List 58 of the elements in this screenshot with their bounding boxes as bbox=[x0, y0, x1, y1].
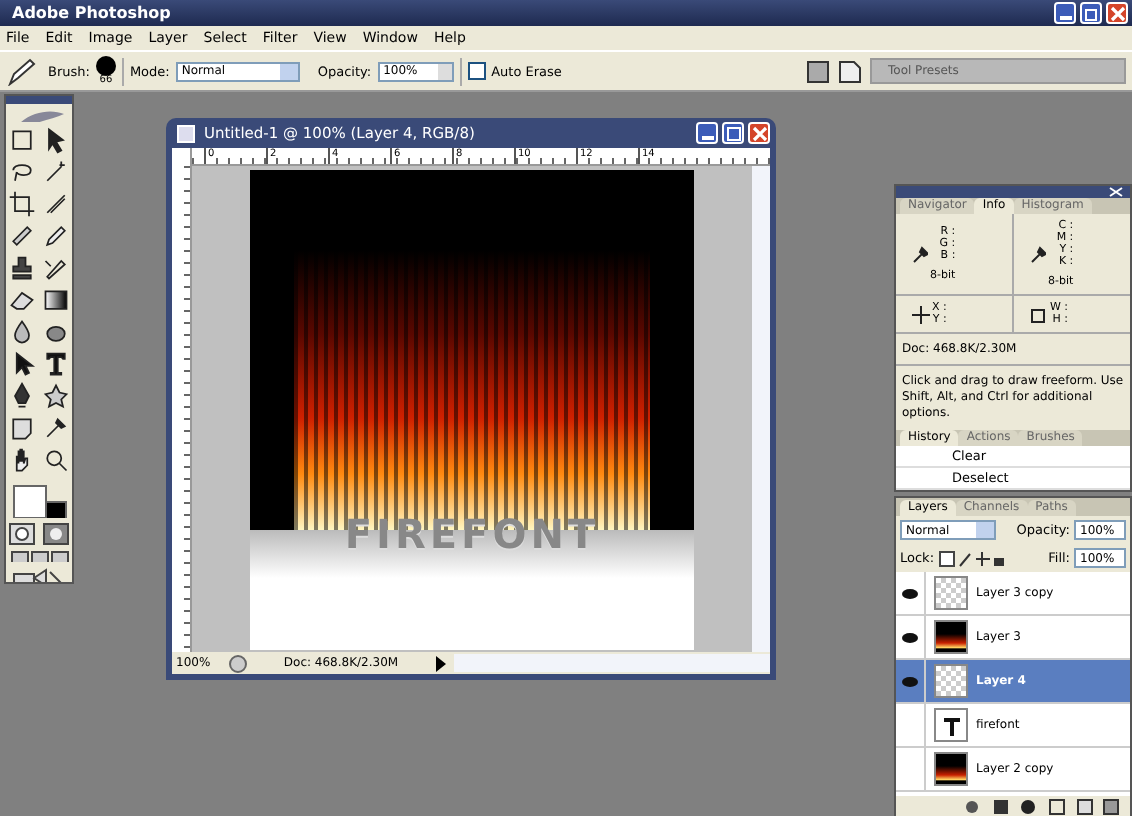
palette-well-icon[interactable] bbox=[806, 59, 830, 83]
lock-options-icon[interactable] bbox=[938, 549, 1007, 567]
lasso-icon[interactable] bbox=[8, 158, 36, 187]
standard-mode-icon[interactable] bbox=[8, 522, 36, 547]
eyedropper-icon bbox=[912, 245, 928, 263]
restore-button[interactable] bbox=[1080, 2, 1102, 24]
maximize-button[interactable] bbox=[722, 122, 744, 144]
vertical-scrollbar[interactable] bbox=[752, 166, 770, 652]
eyedropper-icon bbox=[1030, 245, 1046, 263]
selection-size-icon bbox=[1030, 305, 1048, 323]
text-layer-icon bbox=[941, 715, 961, 735]
minimize-button[interactable] bbox=[696, 122, 718, 144]
status-icon[interactable] bbox=[226, 653, 250, 673]
notes-icon[interactable] bbox=[8, 414, 36, 443]
document-icon bbox=[176, 123, 196, 143]
history-brush-icon[interactable] bbox=[42, 254, 70, 283]
canvas-text: FIREFONT bbox=[342, 509, 602, 557]
pencil-icon[interactable] bbox=[42, 222, 70, 251]
gradient-icon[interactable] bbox=[42, 286, 70, 315]
slice-icon[interactable] bbox=[42, 190, 70, 219]
document-icon[interactable] bbox=[836, 59, 864, 83]
move-arrow-icon[interactable] bbox=[42, 126, 70, 155]
eye-icon[interactable] bbox=[902, 631, 918, 643]
crosshair-icon bbox=[912, 305, 930, 323]
custom-shape-icon[interactable] bbox=[42, 382, 70, 411]
layer-buttons-icon[interactable] bbox=[962, 798, 1122, 816]
minimize-button[interactable] bbox=[1054, 2, 1076, 24]
close-icon bbox=[1109, 5, 1125, 21]
text-tool-icon[interactable] bbox=[42, 350, 70, 379]
layer-thumbnail bbox=[934, 576, 968, 610]
screen-modes-icon[interactable] bbox=[9, 550, 69, 563]
minimize-icon bbox=[701, 136, 713, 140]
close-button[interactable] bbox=[748, 122, 770, 144]
minimize-icon bbox=[1059, 16, 1071, 20]
play-arrow-icon[interactable] bbox=[432, 653, 448, 673]
layer-thumbnail bbox=[934, 620, 968, 654]
blur-icon[interactable] bbox=[8, 318, 36, 347]
marquee-icon[interactable] bbox=[8, 126, 36, 155]
close-button[interactable] bbox=[1106, 2, 1128, 24]
zoom-icon[interactable] bbox=[42, 446, 70, 475]
close-icon[interactable] bbox=[1108, 186, 1124, 198]
close-icon bbox=[751, 125, 767, 141]
eye-icon[interactable] bbox=[902, 587, 918, 599]
eraser-icon[interactable] bbox=[8, 286, 36, 315]
layer-thumbnail bbox=[934, 664, 968, 698]
bandage-icon[interactable] bbox=[8, 222, 36, 251]
pen-icon[interactable] bbox=[8, 382, 36, 411]
maximize-icon bbox=[725, 125, 741, 141]
quick-mask-icon[interactable] bbox=[42, 522, 70, 547]
auto-erase-checkbox[interactable] bbox=[467, 62, 486, 80]
app-title: Adobe Photoshop bbox=[12, 4, 173, 22]
stamp-icon[interactable] bbox=[8, 254, 36, 283]
restore-icon bbox=[1083, 5, 1099, 21]
layer-thumbnail bbox=[934, 752, 968, 786]
crop-icon[interactable] bbox=[8, 190, 36, 219]
magic-wand-icon[interactable] bbox=[42, 158, 70, 187]
horizontal-scrollbar[interactable] bbox=[454, 654, 770, 672]
eyedropper-icon[interactable] bbox=[42, 414, 70, 443]
